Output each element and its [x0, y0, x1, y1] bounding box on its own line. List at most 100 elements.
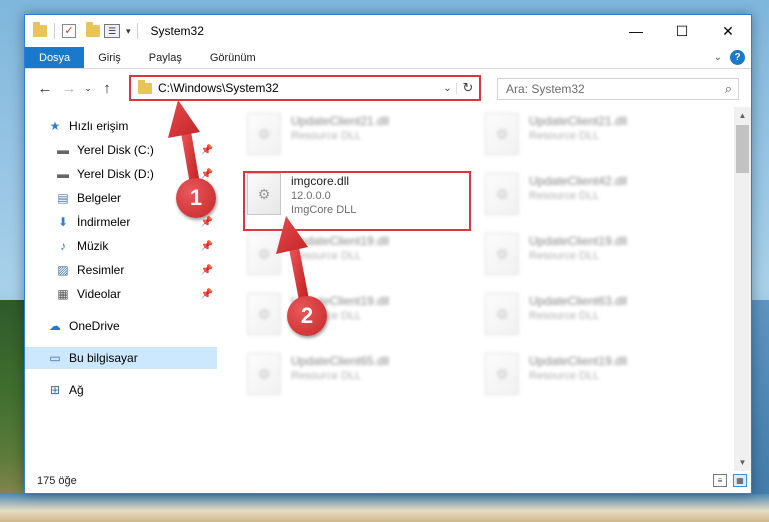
file-item[interactable]: ⚙ UpdateClient19.dllResource DLL	[247, 233, 467, 289]
sidebar-item-network[interactable]: ⊞ Ağ	[25, 379, 217, 401]
sidebar-item-local-disk-c[interactable]: ▬ Yerel Disk (C:) 📌	[25, 139, 217, 161]
status-bar: 175 öğe ≡ ▦	[25, 469, 751, 493]
tiles-view-button[interactable]: ▦	[733, 474, 747, 487]
navigation-bar: ← → ⌄ ↑ C:\Windows\System32 ⌄ ↻ Ara: Sys…	[25, 69, 751, 107]
file-type: Resource DLL	[529, 190, 600, 202]
close-button[interactable]: ✕	[705, 15, 751, 47]
file-item[interactable]: ⚙ UpdateClient19.dllResource DLL	[485, 233, 705, 289]
dll-file-icon: ⚙	[247, 353, 281, 395]
sidebar-item-label: OneDrive	[69, 319, 120, 333]
file-item[interactable]: ⚙ UpdateClient19.dll Resource DLL	[485, 353, 705, 409]
documents-icon: ▤	[57, 191, 69, 205]
new-folder-icon[interactable]	[86, 22, 100, 37]
file-type: Resource DLL	[291, 370, 362, 382]
file-item[interactable]: ⚙ UpdateClient63.dll Resource DLL	[485, 293, 705, 349]
sidebar-item-quick-access[interactable]: ★ Hızlı erişim	[25, 115, 217, 137]
tab-file[interactable]: Dosya	[25, 47, 85, 68]
file-name: UpdateClient19.dll	[529, 354, 628, 368]
address-dropdown-button[interactable]: ⌄	[439, 82, 457, 94]
vertical-scrollbar[interactable]: ▲ ▼	[734, 107, 751, 471]
dll-file-icon: ⚙	[247, 233, 281, 275]
customize-toolbar-dropdown[interactable]: ▾	[126, 26, 131, 37]
sidebar-item-onedrive[interactable]: ☁ OneDrive	[25, 315, 217, 337]
desktop-background-right	[750, 300, 769, 522]
quick-access-toolbar: ✓ ☰ ▾	[25, 22, 131, 39]
scroll-up-button[interactable]: ▲	[734, 107, 751, 124]
sidebar-item-label: Videolar	[77, 287, 121, 301]
file-type: Resource DLL	[291, 130, 362, 142]
ribbon-controls: ⌄ ?	[714, 50, 745, 65]
forward-button[interactable]: →	[57, 80, 81, 97]
title-bar: ✓ ☰ ▾ System32 — ☐ ✕	[25, 15, 751, 47]
sidebar-item-this-pc[interactable]: ▭ Bu bilgisayar	[25, 347, 217, 369]
scroll-thumb[interactable]	[736, 125, 749, 173]
search-placeholder: Ara: System32	[506, 82, 585, 96]
file-item[interactable]: ⚙ UpdateClient65.dll Resource DLL	[247, 353, 467, 409]
pin-icon[interactable]: 📌	[201, 145, 213, 156]
sidebar-item-videos[interactable]: ▦ Videolar 📌	[25, 283, 217, 305]
dll-file-icon: ⚙	[247, 293, 281, 335]
maximize-button[interactable]: ☐	[659, 15, 705, 47]
drive-icon: ▬	[57, 167, 69, 181]
file-type: Resource DLL	[291, 250, 362, 262]
file-type: Resource DLL	[529, 130, 600, 142]
sidebar-item-pictures[interactable]: ▨ Resimler 📌	[25, 259, 217, 281]
dll-file-icon: ⚙	[247, 113, 281, 155]
navigation-pane: ★ Hızlı erişim ▬ Yerel Disk (C:) 📌 ▬ Yer…	[25, 107, 217, 465]
pin-icon[interactable]: 📌	[201, 289, 213, 300]
recent-locations-button[interactable]: ⌄	[81, 83, 95, 94]
pin-icon[interactable]: 📌	[201, 241, 213, 252]
videos-icon: ▦	[57, 287, 69, 301]
cloud-icon: ☁	[49, 319, 61, 333]
file-item[interactable]: ⚙ UpdateClient21.dll Resource DLL	[247, 113, 467, 169]
file-type: Resource DLL	[529, 310, 600, 322]
details-view-button[interactable]: ≡	[713, 474, 727, 487]
file-item[interactable]: ⚙ UpdateClient19.dllResource DLL	[247, 293, 467, 349]
desktop-background-left	[0, 300, 24, 522]
dll-file-icon: ⚙	[485, 173, 519, 215]
callout-badge-2: 2	[287, 296, 327, 336]
pin-icon[interactable]: 📌	[201, 169, 213, 180]
star-icon: ★	[49, 119, 61, 133]
file-type: Resource DLL	[529, 370, 600, 382]
dll-file-icon: ⚙	[485, 113, 519, 155]
properties-check-icon[interactable]: ✓	[62, 24, 76, 38]
pictures-icon: ▨	[57, 263, 69, 277]
dll-file-icon: ⚙	[485, 293, 519, 335]
network-icon: ⊞	[49, 383, 61, 397]
sidebar-item-label: Yerel Disk (D:)	[77, 167, 154, 181]
music-icon: ♪	[60, 239, 66, 253]
tab-view[interactable]: Görünüm	[196, 47, 270, 68]
help-icon[interactable]: ?	[730, 50, 745, 65]
address-bar[interactable]: C:\Windows\System32 ⌄ ↻	[129, 75, 481, 101]
search-input[interactable]: Ara: System32 ⌕	[497, 78, 739, 100]
chevron-down-icon[interactable]: ⌄	[714, 52, 722, 63]
properties-icon[interactable]: ☰	[104, 24, 120, 38]
tab-home[interactable]: Giriş	[84, 47, 135, 68]
file-type: Resource DLL	[529, 250, 600, 262]
dll-file-icon: ⚙	[485, 353, 519, 395]
sidebar-item-music[interactable]: ♪ Müzik 📌	[25, 235, 217, 257]
file-highlight-box	[243, 171, 471, 231]
pin-icon[interactable]: 📌	[201, 265, 213, 276]
title-separator	[136, 23, 138, 39]
pin-icon[interactable]: 📌	[201, 217, 213, 228]
file-explorer-window: ✓ ☰ ▾ System32 — ☐ ✕ Dosya Giriş Paylaş …	[24, 14, 752, 494]
file-item[interactable]: ⚙ UpdateClient42.dll Resource DLL	[485, 173, 705, 229]
ribbon-tabs: Dosya Giriş Paylaş Görünüm ⌄ ?	[25, 47, 751, 69]
address-path[interactable]: C:\Windows\System32	[158, 81, 439, 95]
item-count: 175 öğe	[37, 475, 77, 487]
sidebar-item-label: İndirmeler	[77, 215, 131, 229]
up-button[interactable]: ↑	[95, 80, 119, 97]
refresh-button[interactable]: ↻	[457, 80, 479, 96]
drive-icon: ▬	[57, 143, 69, 157]
file-item[interactable]: ⚙ UpdateClient21.dll Resource DLL	[485, 113, 705, 169]
file-name: UpdateClient42.dll	[529, 174, 628, 188]
search-icon[interactable]: ⌕	[725, 81, 732, 97]
minimize-button[interactable]: —	[613, 15, 659, 47]
sidebar-item-label: Ağ	[69, 383, 84, 397]
sidebar-item-label: Belgeler	[77, 191, 122, 205]
sidebar-item-label: Müzik	[77, 239, 109, 253]
back-button[interactable]: ←	[33, 80, 57, 97]
tab-share[interactable]: Paylaş	[135, 47, 196, 68]
